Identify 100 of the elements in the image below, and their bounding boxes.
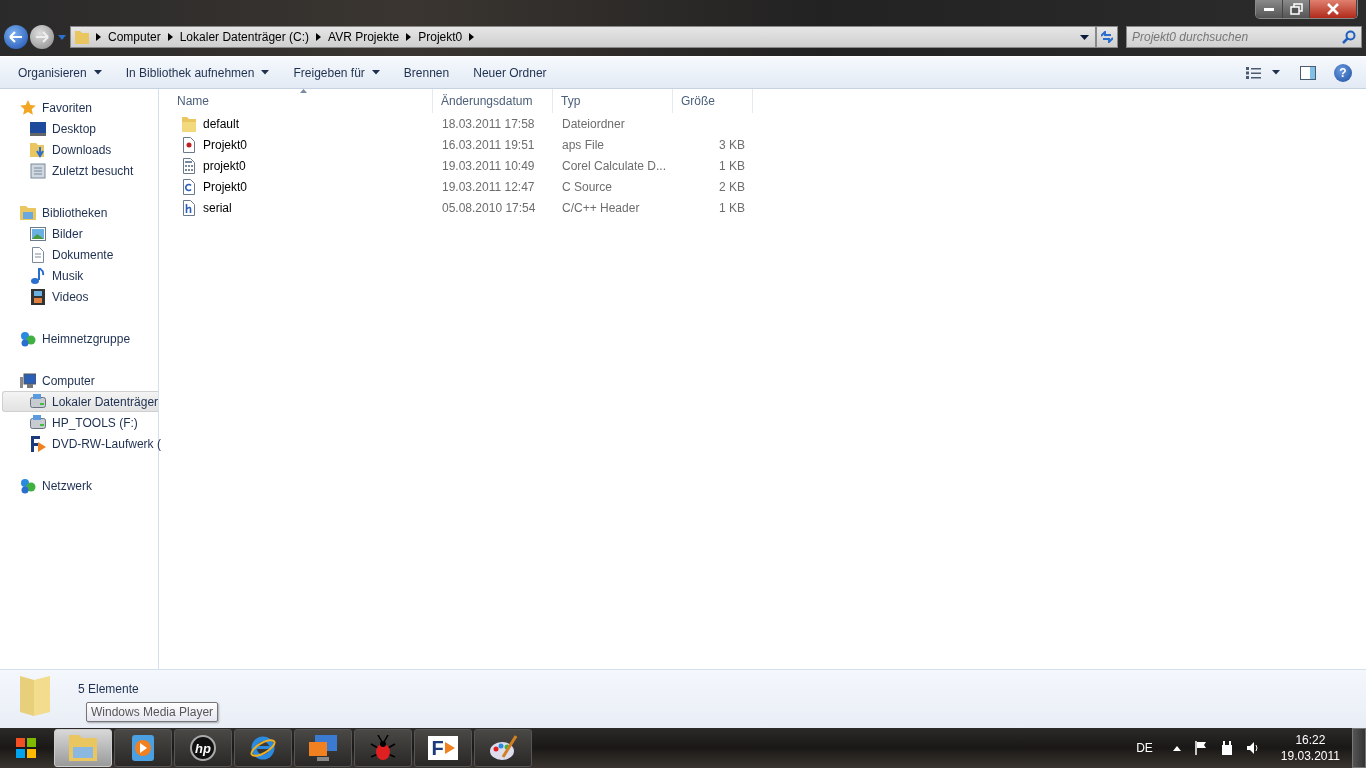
computer-icon — [20, 372, 36, 389]
file-row[interactable]: serial 05.08.2010 17:54 C/C++ Header 1 KB — [169, 197, 1366, 218]
taskbar-button[interactable] — [294, 729, 352, 767]
taskbar-button[interactable]: hp — [174, 729, 232, 767]
palette-icon — [489, 735, 517, 761]
breadcrumb-arrow-icon[interactable] — [96, 33, 101, 41]
forward-button[interactable] — [30, 25, 54, 49]
sidebar-item[interactable]: Downloads — [0, 139, 158, 160]
column-header[interactable]: Änderungsdatum — [433, 89, 553, 113]
recent-places-icon — [30, 162, 46, 179]
toolbar-button[interactable]: In Bibliothek aufnehmen — [115, 61, 280, 84]
toolbar-button[interactable]: Brennen — [393, 61, 460, 84]
table-cell-text: aps File — [561, 137, 606, 152]
file-row[interactable]: Projekt0 16.03.2011 19:51 aps File 3 KB — [169, 134, 1366, 155]
file-row[interactable]: Projekt0 19.03.2011 12:47 C Source 2 KB — [169, 176, 1366, 197]
star-icon — [20, 99, 36, 116]
help-button[interactable]: ? — [1334, 63, 1352, 82]
table-cell-text: 05.08.2010 17:54 — [441, 200, 537, 215]
power-plug-icon[interactable] — [1220, 741, 1233, 755]
file-row[interactable]: default 18.03.2011 17:58 Dateiordner — [169, 113, 1366, 134]
sidebar-item[interactable]: Computer — [0, 370, 158, 391]
film-icon — [30, 288, 46, 305]
table-cell-text: 19.03.2011 10:49 — [441, 158, 536, 173]
dropdown-caret-icon[interactable] — [1080, 34, 1089, 40]
library-icon — [20, 204, 36, 221]
search-icon[interactable] — [1342, 30, 1356, 44]
speaker-icon[interactable] — [1246, 742, 1259, 754]
table-cell-text: 18.03.2011 17:58 — [441, 116, 536, 131]
breadcrumb-arrow-icon[interactable] — [406, 33, 412, 41]
taskbar-button[interactable] — [234, 729, 292, 767]
clock[interactable]: 16:22 19.03.2011 — [1280, 732, 1340, 764]
breadcrumb[interactable]: Computer — [108, 30, 161, 44]
sidebar-item[interactable]: Lokaler Datenträger — [2, 391, 158, 412]
play-icon — [129, 735, 157, 761]
search-field[interactable]: Projekt0 durchsuchen — [1126, 26, 1362, 48]
table-cell-text: 2 KB — [718, 179, 746, 194]
item-count: 5 Elemente — [78, 682, 139, 696]
table-cell-text: 19.03.2011 12:47 — [441, 179, 536, 194]
ladybug-icon — [369, 735, 397, 761]
sidebar-item[interactable]: Bilder — [0, 223, 158, 244]
breadcrumb-arrow-icon[interactable] — [469, 33, 475, 41]
sidebar-item[interactable]: Bibliotheken — [0, 202, 158, 223]
sidebar-item[interactable]: Videos — [0, 286, 158, 307]
sidebar-item[interactable]: Zuletzt besucht — [0, 160, 158, 181]
address-bar[interactable]: Computer Lokaler Datenträger (C:) AVR Projekte Projekt0 — [70, 26, 1096, 48]
flag-icon[interactable] — [1194, 741, 1207, 755]
sidebar-item[interactable]: Desktop — [0, 118, 158, 139]
column-header[interactable]: Typ — [553, 89, 673, 113]
file-name: Projekt0 — [203, 179, 248, 194]
close-button[interactable] — [1310, 0, 1357, 18]
table-cell-text: 16.03.2011 19:51 — [441, 137, 536, 152]
drive-icon — [30, 393, 46, 410]
taskbar-button[interactable]: F — [414, 729, 472, 767]
breadcrumb[interactable]: AVR Projekte — [328, 30, 400, 44]
history-caret-icon[interactable] — [58, 34, 66, 40]
show-hidden-icons-icon[interactable] — [1172, 745, 1181, 751]
breadcrumb[interactable]: Lokaler Datenträger (C:) — [179, 30, 310, 44]
windows-logo-icon — [15, 737, 37, 759]
folder-icon — [20, 676, 50, 716]
picture-icon — [30, 225, 46, 242]
breadcrumb-arrow-icon[interactable] — [167, 33, 173, 41]
breadcrumb[interactable]: Projekt0 — [418, 30, 463, 44]
table-cell-text: Corel Calculate D... — [561, 158, 668, 173]
file-name: default — [203, 116, 240, 131]
refresh-button[interactable] — [1096, 26, 1118, 48]
restore-button[interactable] — [1283, 0, 1310, 18]
sidebar-item[interactable]: Heimnetzgruppe — [0, 328, 158, 349]
sidebar-item[interactable]: HP_TOOLS (F:) — [0, 412, 158, 433]
toolbar-button[interactable]: Organisieren — [8, 61, 112, 84]
sidebar-item[interactable]: Musik — [0, 265, 158, 286]
back-button[interactable] — [4, 25, 28, 49]
c-source-file-icon — [181, 178, 197, 195]
list-view-icon — [1246, 66, 1280, 79]
show-desktop-button[interactable] — [1352, 728, 1366, 768]
toolbar-button[interactable]: Freigeben für — [283, 61, 390, 84]
sidebar-item[interactable]: Netzwerk — [0, 475, 158, 496]
column-header[interactable]: Größe — [673, 89, 753, 113]
file-row[interactable]: projekt0 19.03.2011 10:49 Corel Calculate D... 1 KB — [169, 155, 1366, 176]
breadcrumb-arrow-icon[interactable] — [316, 33, 322, 41]
desktop-icon — [30, 120, 46, 137]
taskbar-button[interactable] — [114, 729, 172, 767]
forward-arrow-icon — [35, 31, 49, 43]
caret-icon — [371, 70, 380, 75]
table-cell-text: Dateiordner — [561, 116, 626, 131]
download-folder-icon — [30, 141, 46, 158]
table-cell-text: 1 KB — [718, 158, 746, 173]
sidebar-item[interactable]: Favoriten — [0, 97, 158, 118]
language-indicator[interactable]: DE — [1136, 741, 1153, 755]
minimize-button[interactable] — [1256, 0, 1283, 18]
table-cell-text: 1 KB — [718, 200, 746, 215]
logo: hp — [190, 735, 216, 761]
taskbar-button[interactable] — [474, 729, 532, 767]
sidebar-item[interactable]: Dokumente — [0, 244, 158, 265]
close-icon — [1327, 3, 1339, 15]
file-name: projekt0 — [203, 158, 246, 173]
file-name: Projekt0 — [203, 137, 248, 152]
drive-icon — [30, 414, 46, 431]
document-icon — [30, 246, 46, 263]
toolbar-button[interactable]: Neuer Ordner — [463, 61, 557, 84]
file-name: serial — [203, 200, 232, 215]
